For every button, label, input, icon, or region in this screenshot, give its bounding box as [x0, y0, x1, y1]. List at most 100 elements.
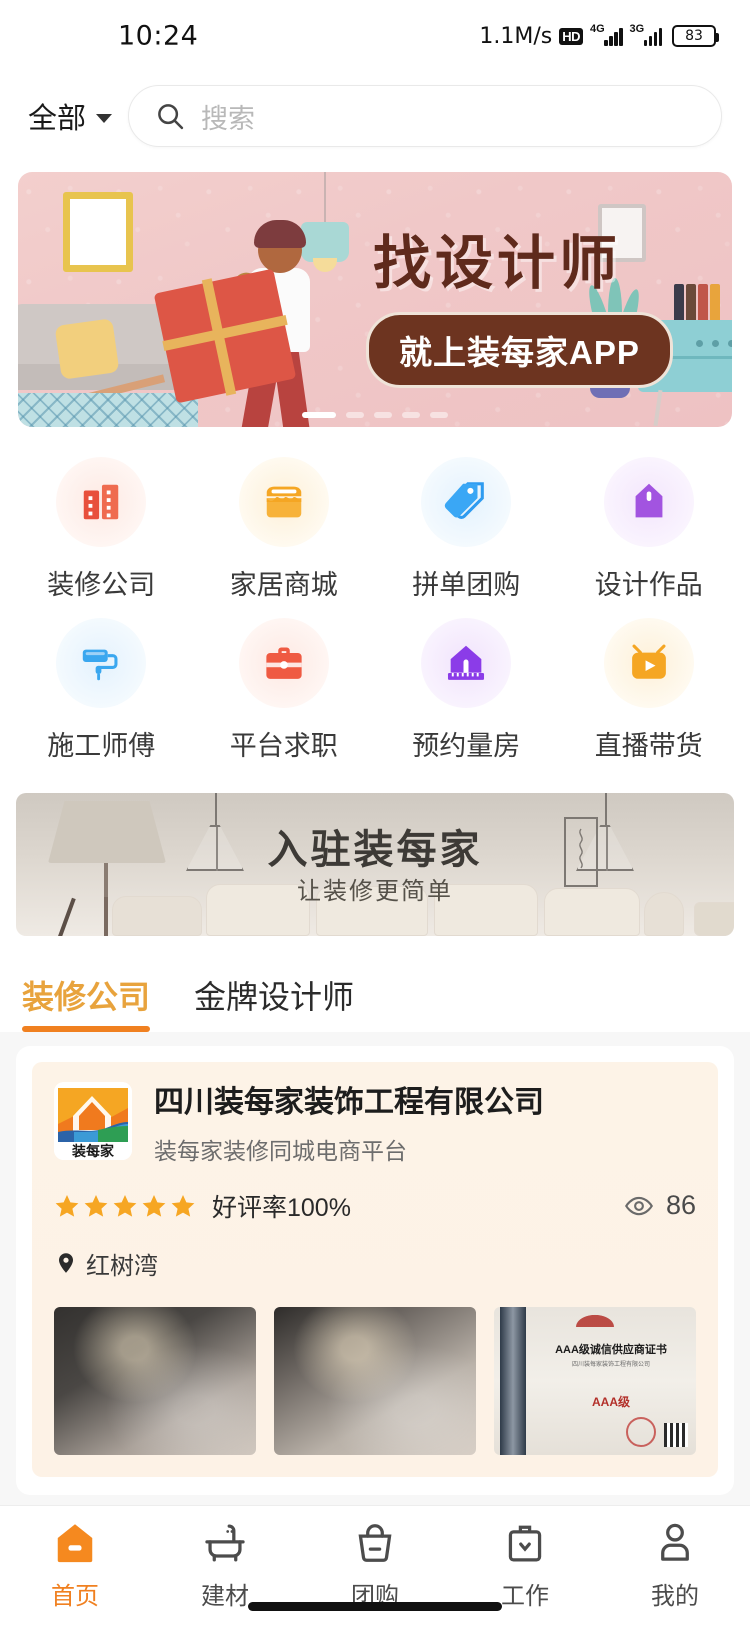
cabinet-knob — [712, 340, 719, 347]
quick-link-zhuangxiu-gongsi[interactable]: 装修公司 — [10, 457, 193, 602]
quick-link-pingtai-qiuzhi[interactable]: 平台求职 — [193, 618, 376, 763]
quick-link-label: 直播带货 — [595, 724, 703, 763]
nav-item-home[interactable]: 首页 — [0, 1520, 150, 1611]
bathtub-icon — [202, 1520, 248, 1566]
chevron-down-icon — [96, 114, 112, 123]
location-text: 红树湾 — [86, 1246, 158, 1281]
search-input[interactable]: 搜索 — [128, 85, 722, 147]
star-icon — [112, 1193, 138, 1219]
quick-links-grid: 装修公司 家居商城 拼单团购 — [0, 427, 750, 777]
icon-bubble — [421, 618, 511, 708]
company-titles: 四川装每家装饰工程有限公司 装每家装修同城电商平台 — [154, 1082, 696, 1166]
paint-roller-icon — [78, 640, 124, 686]
hero-cta-label: 就上装每家APP — [399, 334, 640, 371]
book-icon — [674, 284, 684, 322]
certificate-band — [500, 1307, 526, 1455]
tv-play-icon — [626, 640, 672, 686]
certificate-qr-icon — [664, 1423, 688, 1447]
icon-bubble — [56, 618, 146, 708]
svg-text:装每家: 装每家 — [71, 1143, 115, 1160]
icon-bubble — [239, 618, 329, 708]
company-thumbnails: AAA级诚信供应商证书 四川装每家装饰工程有限公司 AAA级 — [54, 1307, 696, 1455]
join-banner-subtitle: 让装修更简单 — [16, 871, 734, 906]
quick-link-pindan-tuangou[interactable]: 拼单团购 — [375, 457, 558, 602]
battery-level: 83 — [685, 29, 703, 43]
briefcase-chevron-icon — [502, 1520, 548, 1566]
rating-text: 好评率100% — [212, 1188, 351, 1224]
carousel-indicators[interactable] — [302, 412, 448, 418]
certificate-emblem-icon — [573, 1313, 617, 1327]
company-rating-row: 好评率100% 86 — [54, 1188, 696, 1224]
join-platform-banner[interactable]: 入驻装每家 让装修更简单 — [16, 793, 734, 936]
pen-nib-icon — [626, 479, 672, 525]
certificate-title: AAA级诚信供应商证书 — [532, 1341, 690, 1357]
hero-cta-pill[interactable]: 就上装每家APP — [366, 312, 673, 388]
company-card-inner: 装每家 四川装每家装饰工程有限公司 装每家装修同城电商平台 — [32, 1062, 718, 1477]
company-card[interactable]: 装每家 四川装每家装饰工程有限公司 装每家装修同城电商平台 — [16, 1046, 734, 1495]
nav-item-wode[interactable]: 我的 — [600, 1520, 750, 1611]
battery-icon: 83 — [672, 25, 716, 47]
search-icon — [155, 101, 185, 131]
quick-link-jiaju-shangcheng[interactable]: 家居商城 — [193, 457, 376, 602]
thumbnail-certificate[interactable]: AAA级诚信供应商证书 四川装每家装饰工程有限公司 AAA级 — [494, 1307, 696, 1455]
hd-icon: HD — [559, 28, 583, 45]
location-pin-icon — [54, 1251, 78, 1275]
category-dropdown[interactable]: 全部 — [28, 95, 112, 137]
status-bar: 10:24 1.1M/s HD 4G 3G 83 — [0, 0, 750, 72]
quick-link-label: 拼单团购 — [412, 563, 520, 602]
icon-bubble — [56, 457, 146, 547]
nav-label: 建材 — [201, 1576, 249, 1611]
home-icon — [52, 1520, 98, 1566]
nav-item-jiancai[interactable]: 建材 — [150, 1520, 300, 1611]
carousel-dot[interactable] — [346, 412, 364, 418]
quick-link-shigong-shifu[interactable]: 施工师傅 — [10, 618, 193, 763]
icon-bubble — [604, 457, 694, 547]
cabinet-knob — [696, 340, 703, 347]
thumbnail-showroom-1[interactable] — [54, 1307, 256, 1455]
house-ruler-icon — [443, 640, 489, 686]
nav-item-gongzuo[interactable]: 工作 — [450, 1520, 600, 1611]
pendant-cord — [324, 172, 326, 224]
tags-icon — [443, 479, 489, 525]
nav-item-tuangou[interactable]: 团购 — [300, 1520, 450, 1611]
company-logo: 装每家 — [54, 1082, 132, 1160]
book-icon — [710, 284, 720, 322]
network-speed: 1.1M/s — [479, 24, 552, 49]
home-indicator — [248, 1602, 502, 1611]
views-counter: 86 — [624, 1190, 696, 1221]
carousel-dot[interactable] — [374, 412, 392, 418]
carousel-dot-active[interactable] — [302, 412, 336, 418]
icon-bubble — [604, 618, 694, 708]
cabinet-knob — [728, 340, 732, 347]
quick-link-sheji-zuopin[interactable]: 设计作品 — [558, 457, 741, 602]
quick-link-zhibo-daihuo[interactable]: 直播带货 — [558, 618, 741, 763]
search-placeholder: 搜索 — [201, 97, 255, 136]
quick-link-label: 预约量房 — [412, 724, 520, 763]
company-header: 装每家 四川装每家装饰工程有限公司 装每家装修同城电商平台 — [54, 1082, 696, 1166]
star-icon — [83, 1193, 109, 1219]
person-icon — [652, 1520, 698, 1566]
quick-link-yuyue-liangfang[interactable]: 预约量房 — [375, 618, 558, 763]
carousel-dot[interactable] — [402, 412, 420, 418]
tab-zhuangxiu-gongsi[interactable]: 装修公司 — [22, 972, 150, 1032]
company-location: 红树湾 — [54, 1246, 696, 1281]
quick-link-label: 施工师傅 — [47, 724, 155, 763]
thumbnail-showroom-2[interactable] — [274, 1307, 476, 1455]
tab-jinpai-shejishi[interactable]: 金牌设计师 — [194, 972, 354, 1032]
content-tabs: 装修公司 金牌设计师 — [0, 936, 750, 1032]
category-label: 全部 — [28, 95, 86, 137]
eye-icon — [624, 1191, 654, 1221]
pendant-lamp-icon — [301, 222, 349, 262]
company-list: 装每家 四川装每家装饰工程有限公司 装每家装修同城电商平台 — [0, 1032, 750, 1505]
signal-bars-3g-icon: 3G — [630, 26, 663, 46]
company-description: 装每家装修同城电商平台 — [154, 1132, 696, 1166]
rug-illustration — [18, 393, 198, 427]
briefcase-icon — [261, 640, 307, 686]
carousel-dot[interactable] — [430, 412, 448, 418]
nav-label: 我的 — [651, 1576, 699, 1611]
join-banner-title: 入驻装每家 — [16, 817, 734, 875]
search-bar: 全部 搜索 — [0, 72, 750, 160]
quick-link-label: 平台求职 — [230, 724, 338, 763]
hero-banner-carousel[interactable]: 找设计师 就上装每家APP — [18, 172, 732, 427]
certificate-seal-icon — [626, 1417, 656, 1447]
